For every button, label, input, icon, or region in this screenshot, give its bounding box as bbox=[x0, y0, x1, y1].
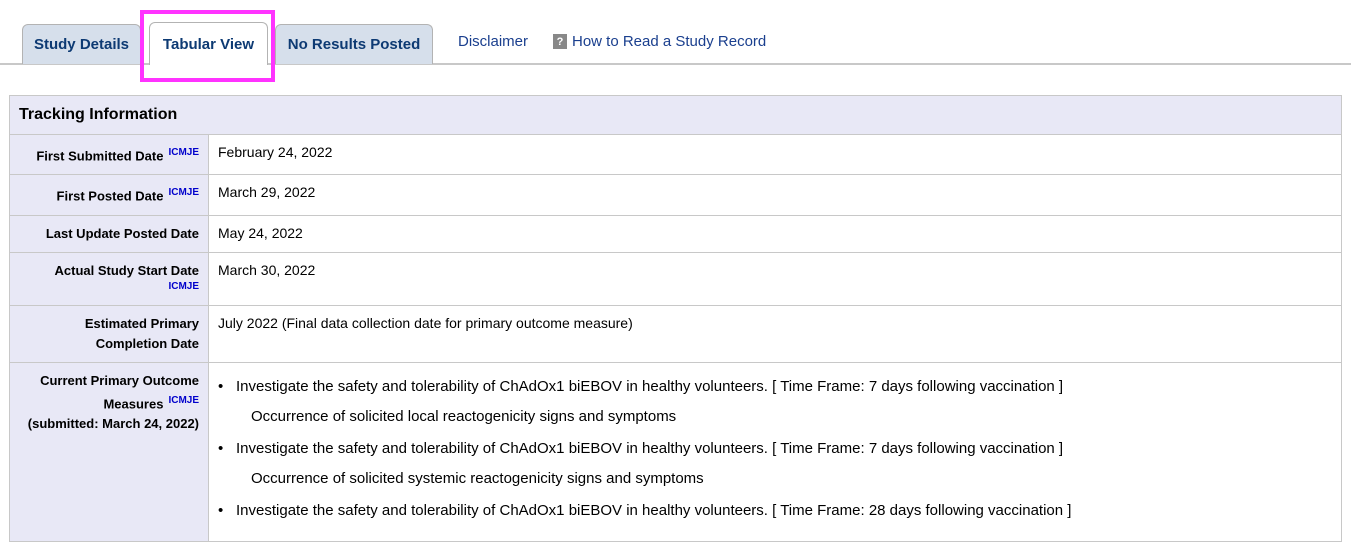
table-row: Estimated Primary Completion Date July 2… bbox=[9, 304, 1342, 363]
tab-tabular-view[interactable]: Tabular View bbox=[149, 22, 268, 65]
help-icon[interactable]: ? bbox=[553, 34, 567, 49]
tab-bar: Study Details Tabular View No Results Po… bbox=[0, 0, 1351, 65]
table-row: Current Primary Outcome Measures ICMJE (s… bbox=[9, 361, 1342, 542]
row-value: May 24, 2022 bbox=[208, 214, 1342, 253]
row-label: First Submitted Date ICMJE bbox=[9, 133, 209, 176]
tab-no-results-posted[interactable]: No Results Posted bbox=[275, 24, 433, 64]
row-label: Actual Study Start Date ICMJE bbox=[9, 251, 209, 306]
row-label: Estimated Primary Completion Date bbox=[9, 304, 209, 363]
icmje-link[interactable]: ICMJE bbox=[168, 187, 199, 198]
table-row: Actual Study Start Date ICMJE March 30, 2… bbox=[9, 251, 1342, 306]
section-title: Tracking Information bbox=[9, 95, 1342, 135]
list-item: Investigate the safety and tolerability … bbox=[218, 501, 1332, 521]
row-value: Investigate the safety and tolerability … bbox=[208, 361, 1342, 542]
outcome-list: Investigate the safety and tolerability … bbox=[218, 377, 1332, 521]
icmje-link[interactable]: ICMJE bbox=[18, 281, 199, 293]
table-row: Last Update Posted Date May 24, 2022 bbox=[9, 214, 1342, 253]
list-item: Investigate the safety and tolerability … bbox=[218, 377, 1332, 427]
row-value: March 29, 2022 bbox=[208, 174, 1342, 216]
icmje-link[interactable]: ICMJE bbox=[168, 147, 199, 158]
outcome-description: Occurrence of solicited systemic reactog… bbox=[251, 469, 704, 487]
list-item: Investigate the safety and tolerability … bbox=[218, 439, 1332, 489]
row-label: Current Primary Outcome Measures ICMJE (s… bbox=[9, 361, 209, 542]
row-label: Last Update Posted Date bbox=[9, 214, 209, 253]
how-to-read-link[interactable]: How to Read a Study Record bbox=[572, 33, 766, 50]
disclaimer-link[interactable]: Disclaimer bbox=[458, 33, 528, 50]
outcome-description: Occurrence of solicited local reactogeni… bbox=[251, 407, 677, 425]
table-row: First Posted Date ICMJE March 29, 2022 bbox=[9, 174, 1342, 216]
row-value: July 2022 (Final data collection date fo… bbox=[208, 304, 1342, 363]
tracking-information-table: Tracking Information First Submitted Dat… bbox=[9, 95, 1342, 542]
icmje-link[interactable]: ICMJE bbox=[168, 395, 199, 406]
row-label: First Posted Date ICMJE bbox=[9, 174, 209, 216]
row-value: February 24, 2022 bbox=[208, 133, 1342, 176]
tab-study-details[interactable]: Study Details bbox=[22, 24, 141, 64]
table-row: First Submitted Date ICMJE February 24, 2… bbox=[9, 133, 1342, 176]
row-value: March 30, 2022 bbox=[208, 251, 1342, 306]
